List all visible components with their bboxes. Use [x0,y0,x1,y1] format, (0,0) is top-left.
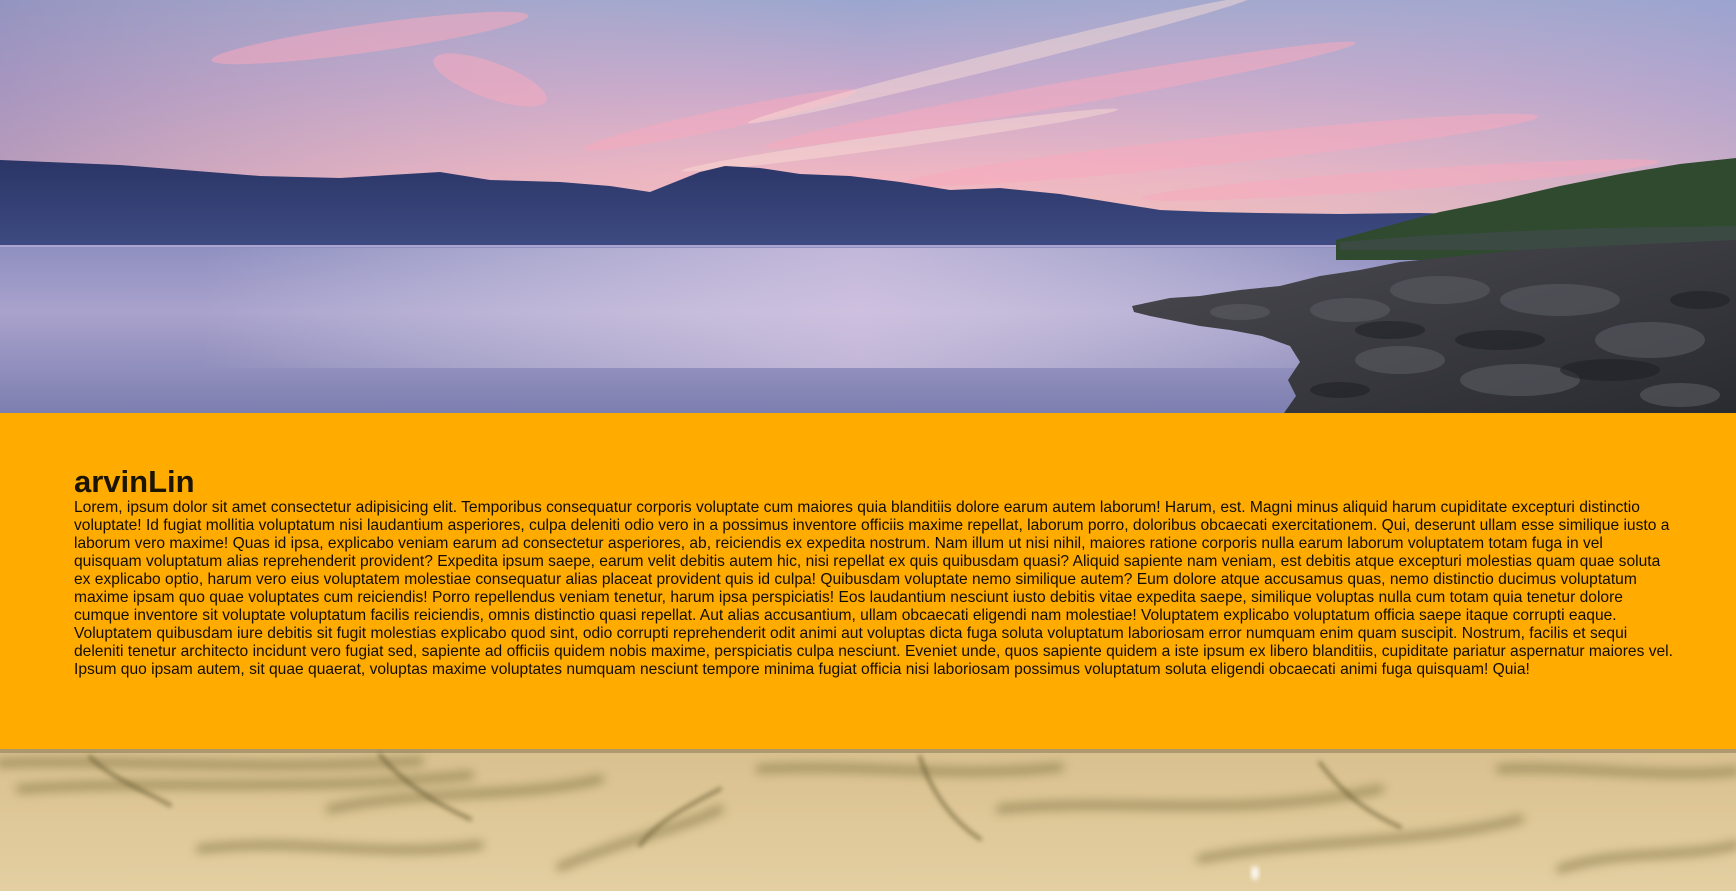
hero-image [0,0,1736,413]
body-paragraph: Lorem, ipsum dolor sit amet consectetur … [74,499,1673,678]
footer-image [0,749,1736,891]
content-section: arvinLin Lorem, ipsum dolor sit amet con… [0,413,1736,749]
author-title: arvinLin [74,464,195,499]
